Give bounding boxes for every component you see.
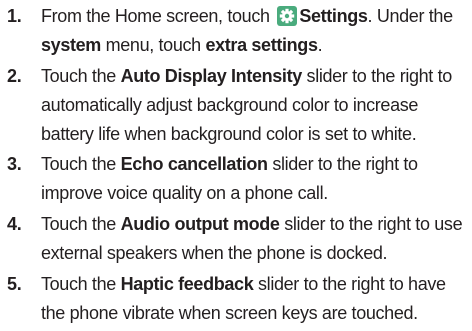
audio-output-mode-label: Audio output mode <box>120 214 280 234</box>
step-number: 3. <box>7 154 22 174</box>
step-number: 1. <box>7 6 22 26</box>
step-text: From the Home screen, touch Settings. Un… <box>41 6 453 55</box>
step-text: Touch the Echo cancellation slider to th… <box>41 154 418 203</box>
system-label: system <box>41 35 101 55</box>
step-text: Touch the Haptic feedback slider to the … <box>41 274 446 323</box>
extra-settings-label: extra settings <box>205 35 318 55</box>
instruction-steps: 1. From the Home screen, touch Settings.… <box>0 0 472 331</box>
step-text: Touch the Audio output mode slider to th… <box>41 214 463 263</box>
haptic-feedback-label: Haptic feedback <box>120 274 254 294</box>
step-text: Touch the Auto Display Intensity slider … <box>41 66 452 144</box>
settings-label: Settings <box>299 6 368 26</box>
gear-icon <box>277 6 298 26</box>
step-number: 4. <box>7 214 22 234</box>
auto-display-intensity-label: Auto Display Intensity <box>120 66 303 86</box>
echo-cancellation-label: Echo cancellation <box>120 154 268 174</box>
step-number: 2. <box>7 66 22 86</box>
step-number: 5. <box>7 274 22 294</box>
